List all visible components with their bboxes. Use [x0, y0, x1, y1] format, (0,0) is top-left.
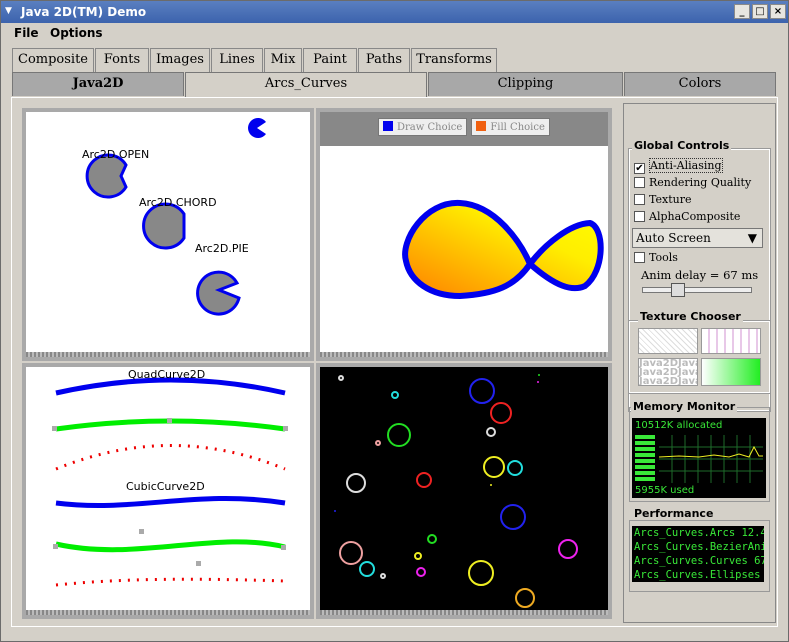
- texture-text-swatch[interactable]: Java2DJava Java2DJava Java2DJava: [638, 358, 698, 386]
- perf-row: Arcs_Curves.BezierAnim: [634, 541, 764, 553]
- memory-allocated: 10512K allocated: [635, 420, 723, 431]
- tab-clipping[interactable]: Clipping: [428, 72, 623, 96]
- perf-row: Arcs_Curves.Arcs 12.4: [634, 527, 764, 539]
- cubiccurve-label: CubicCurve2D: [126, 480, 205, 493]
- maximize-icon[interactable]: □: [752, 4, 768, 19]
- menu-file[interactable]: File: [14, 26, 39, 40]
- fish-toolbar: Draw Choice Fill Choice: [320, 112, 608, 146]
- texture-gradient-swatch[interactable]: [701, 358, 761, 386]
- tab-java2d[interactable]: Java2D: [12, 72, 184, 96]
- draw-choice-label: Draw Choice: [397, 122, 463, 133]
- fill-choice-label: Fill Choice: [490, 122, 545, 133]
- draw-choice-button[interactable]: Draw Choice: [378, 118, 468, 136]
- title-bar[interactable]: ▼ Java 2D(TM) Demo _ □ ×: [1, 1, 788, 23]
- menu-options[interactable]: Options: [50, 26, 103, 40]
- anti-aliasing-checkbox[interactable]: ✔ Anti-Aliasing: [634, 158, 723, 174]
- memory-bar: [635, 435, 655, 483]
- memory-used: 5955K used: [635, 485, 695, 496]
- window-title: Java 2D(TM) Demo: [21, 5, 147, 19]
- close-icon[interactable]: ×: [770, 4, 786, 19]
- texture-pattern-swatch[interactable]: [701, 328, 761, 354]
- texture-chooser-title: Texture Chooser: [638, 310, 743, 323]
- arc-open: [85, 153, 128, 199]
- arcs-panel[interactable]: Arc2D.OPEN Arc2D.CHORD Arc2D.PIE: [22, 108, 314, 361]
- checkmark-icon: ✔: [634, 163, 645, 174]
- curves-panel[interactable]: QuadCurve2D CubicCurve2D: [22, 363, 314, 619]
- rendering-quality-label: Rendering Quality: [649, 176, 752, 189]
- texture-text-line: Java2DJava: [639, 376, 698, 386]
- panel-grip[interactable]: [320, 352, 608, 357]
- arc-open-label: Arc2D.OPEN: [82, 148, 150, 161]
- fish-canvas: [402, 199, 604, 300]
- minimize-icon[interactable]: _: [734, 4, 750, 19]
- performance-list[interactable]: Arcs_Curves.Arcs 12.4 Arcs_Curves.Bezier…: [632, 526, 764, 582]
- tools-checkbox[interactable]: Tools: [634, 251, 678, 264]
- tab-images[interactable]: Images: [150, 48, 210, 72]
- alphacomposite-checkbox[interactable]: AlphaComposite: [634, 210, 740, 223]
- chevron-down-icon: ▼: [747, 231, 757, 245]
- arc-chord-label: Arc2D.CHORD: [139, 196, 217, 209]
- tab-colors[interactable]: Colors: [624, 72, 776, 96]
- pacman-arc: [248, 118, 266, 138]
- rendering-quality-checkbox[interactable]: Rendering Quality: [634, 176, 751, 189]
- panel-grip[interactable]: [320, 610, 608, 615]
- arc-pie-label: Arc2D.PIE: [195, 242, 249, 255]
- fill-choice-button[interactable]: Fill Choice: [471, 118, 550, 136]
- texture-checkbox[interactable]: Texture: [634, 193, 691, 206]
- bezier-panel[interactable]: Draw Choice Fill Choice: [316, 108, 612, 361]
- tab-fonts[interactable]: Fonts: [95, 48, 149, 72]
- tab-paint[interactable]: Paint: [303, 48, 357, 72]
- global-controls-panel: Global Controls ✔ Anti-Aliasing Rendering…: [623, 103, 776, 623]
- fill-color-swatch: [476, 121, 487, 131]
- ellipses-panel[interactable]: [316, 363, 612, 619]
- anti-aliasing-label: Anti-Aliasing: [649, 158, 723, 173]
- screen-combo-value: Auto Screen: [636, 231, 711, 245]
- global-controls-title: Global Controls: [632, 139, 732, 152]
- tab-transforms[interactable]: Transforms: [411, 48, 497, 72]
- tab-arcs-curves[interactable]: Arcs_Curves: [185, 72, 427, 98]
- panel-grip[interactable]: [26, 610, 310, 615]
- ellipses-canvas: [334, 374, 578, 608]
- panel-grip[interactable]: [26, 352, 310, 357]
- texture-label: Texture: [649, 193, 692, 206]
- alphacomposite-label: AlphaComposite: [649, 210, 741, 223]
- texture-grid-swatch[interactable]: [638, 328, 698, 354]
- perf-row: Arcs_Curves.Curves 67: [634, 555, 764, 567]
- memory-monitor-title: Memory Monitor: [631, 400, 738, 413]
- arc-pie: [196, 270, 241, 316]
- memory-graph: 10512K allocated 5955K used: [632, 418, 766, 498]
- memory-chart: [659, 435, 763, 483]
- quadcurve-label: QuadCurve2D: [128, 368, 206, 381]
- tools-label: Tools: [649, 251, 678, 264]
- tab-lines[interactable]: Lines: [211, 48, 263, 72]
- arc-chord: [142, 202, 186, 250]
- tab-composite[interactable]: Composite: [12, 48, 94, 72]
- tab-mix[interactable]: Mix: [264, 48, 302, 72]
- main-window: ▼ Java 2D(TM) Demo _ □ × File Options Co…: [0, 0, 789, 642]
- slider-thumb[interactable]: [671, 283, 685, 297]
- anim-delay-label: Anim delay = 67 ms: [641, 268, 759, 282]
- draw-color-swatch: [383, 121, 393, 131]
- screen-combo[interactable]: Auto Screen ▼: [632, 228, 763, 248]
- tab-paths[interactable]: Paths: [358, 48, 410, 72]
- menu-bar: File Options: [1, 23, 788, 43]
- performance-title: Performance: [632, 507, 716, 520]
- fish-shape: [402, 199, 604, 300]
- perf-row: Arcs_Curves.Ellipses 1: [634, 569, 764, 581]
- anim-delay-slider[interactable]: [642, 283, 752, 297]
- app-menu-icon[interactable]: ▼: [5, 6, 16, 17]
- arcs-canvas: [85, 118, 266, 316]
